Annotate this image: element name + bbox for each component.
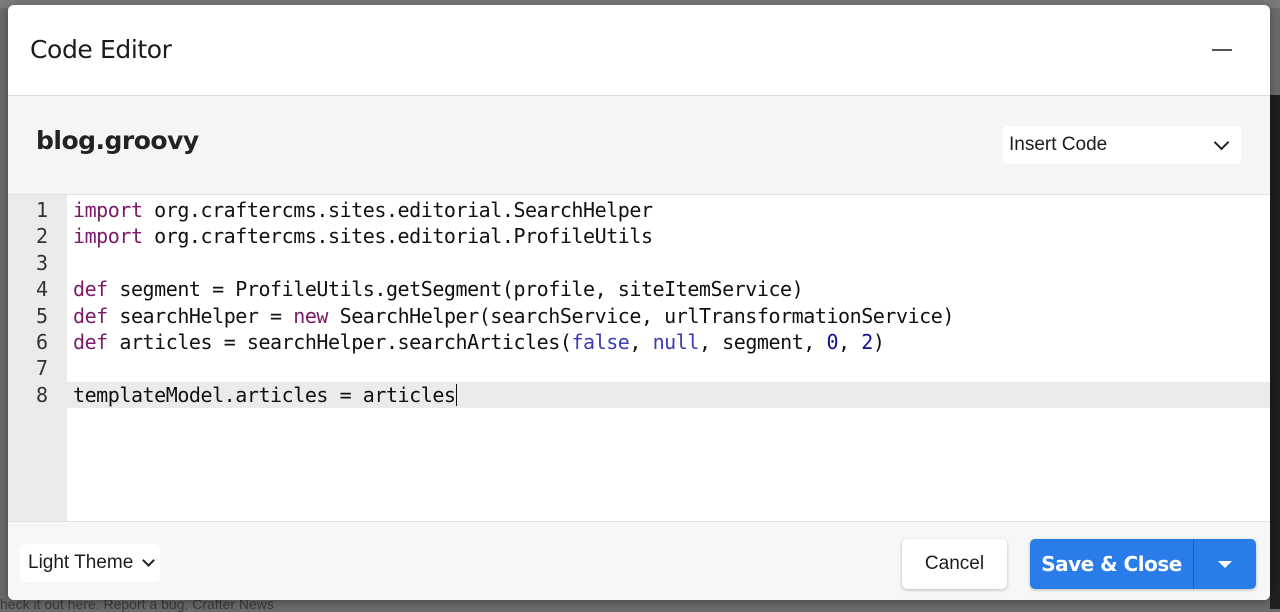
keyword-token: new <box>293 303 329 328</box>
insert-code-label: Insert Code <box>1009 134 1108 155</box>
code-text[interactable]: templateModel.articles = articles <box>73 382 458 408</box>
code-token: , <box>838 329 862 354</box>
code-token: org.craftercms.sites.editorial.SearchHel… <box>142 198 653 222</box>
code-token: SearchHelper(searchService, urlTransform… <box>328 303 955 328</box>
save-and-close-button[interactable]: Save & Close <box>1030 539 1194 589</box>
theme-select-label: Light Theme <box>28 552 134 573</box>
line-number: 8 <box>35 382 48 407</box>
code-text[interactable]: import org.craftercms.sites.editorial.Se… <box>73 197 653 223</box>
line-number: 3 <box>35 250 48 275</box>
code-text[interactable]: def articles = searchHelper.searchArticl… <box>73 329 885 355</box>
code-line[interactable]: 2 import org.craftercms.sites.editorial.P… <box>8 223 1270 249</box>
dialog-title: Code Editor <box>30 35 172 64</box>
code-text[interactable]: def searchHelper = new SearchHelper(sear… <box>73 303 954 329</box>
minimize-icon <box>1212 49 1232 51</box>
code-token: ) <box>872 329 885 354</box>
keyword-token: import <box>73 224 143 249</box>
code-token: templateModel.articles = articles <box>73 382 456 407</box>
number-token: 0 <box>826 329 839 354</box>
insert-code-select[interactable]: Insert Code <box>1003 126 1241 164</box>
number-token: 2 <box>861 329 873 354</box>
code-line[interactable]: 6 def articles = searchHelper.searchArtic… <box>8 329 1270 355</box>
minimize-button[interactable] <box>1204 35 1240 65</box>
chevron-down-icon <box>142 554 155 567</box>
dialog-header: Code Editor <box>8 5 1270 96</box>
editor-subheader: blog.groovy Insert Code <box>8 96 1270 195</box>
line-number: 4 <box>35 277 48 302</box>
dialog-footer: Light Theme Cancel Save & Close <box>8 521 1270 600</box>
code-line[interactable]: 3 <box>8 250 1270 276</box>
keyword-token: def <box>73 329 108 354</box>
code-editor-dialog: Code Editor blog.groovy Insert Code 1 imp… <box>8 5 1270 600</box>
text-cursor <box>455 383 458 406</box>
code-lines[interactable]: 1 import org.craftercms.sites.editorial.S… <box>8 197 1270 409</box>
code-token: , <box>629 329 653 354</box>
theme-select[interactable]: Light Theme <box>20 544 160 582</box>
line-number: 2 <box>35 224 48 249</box>
code-token: , segment, <box>698 329 827 354</box>
keyword-token: import <box>73 198 143 222</box>
code-token: articles = searchHelper.searchArticles( <box>107 329 572 354</box>
code-editor[interactable]: 1 import org.craftercms.sites.editorial.S… <box>8 195 1270 521</box>
code-token: org.craftercms.sites.editorial.ProfileUt… <box>142 224 653 249</box>
keyword-token: def <box>73 303 108 328</box>
caret-down-icon <box>1218 560 1232 568</box>
file-name: blog.groovy <box>36 126 199 155</box>
line-number: 7 <box>35 356 48 381</box>
line-number: 5 <box>35 303 48 328</box>
code-line[interactable]: 5 def searchHelper = new SearchHelper(sea… <box>8 303 1270 329</box>
code-line[interactable]: 1 import org.craftercms.sites.editorial.S… <box>8 197 1270 223</box>
save-options-button[interactable] <box>1194 539 1256 589</box>
code-text[interactable]: def segment = ProfileUtils.getSegment(pr… <box>73 276 804 302</box>
save-button-group: Save & Close <box>1030 539 1256 589</box>
literal-token: false <box>571 329 630 354</box>
line-number: 6 <box>35 329 48 354</box>
line-number: 1 <box>35 198 48 222</box>
chevron-down-icon <box>1213 134 1230 151</box>
background-preview-edge <box>1270 95 1280 609</box>
code-line[interactable]: 4 def segment = ProfileUtils.getSegment(p… <box>8 276 1270 302</box>
code-line[interactable]: 7 <box>8 355 1270 381</box>
code-text[interactable]: import org.craftercms.sites.editorial.Pr… <box>73 223 653 249</box>
literal-token: null <box>652 329 700 354</box>
keyword-token: def <box>73 277 108 302</box>
code-token: segment = ProfileUtils.getSegment(profil… <box>107 277 804 302</box>
code-token: searchHelper = <box>107 303 294 328</box>
cancel-button[interactable]: Cancel <box>902 539 1007 589</box>
code-line[interactable]: 8 templateModel.articles = articles <box>8 381 1270 409</box>
